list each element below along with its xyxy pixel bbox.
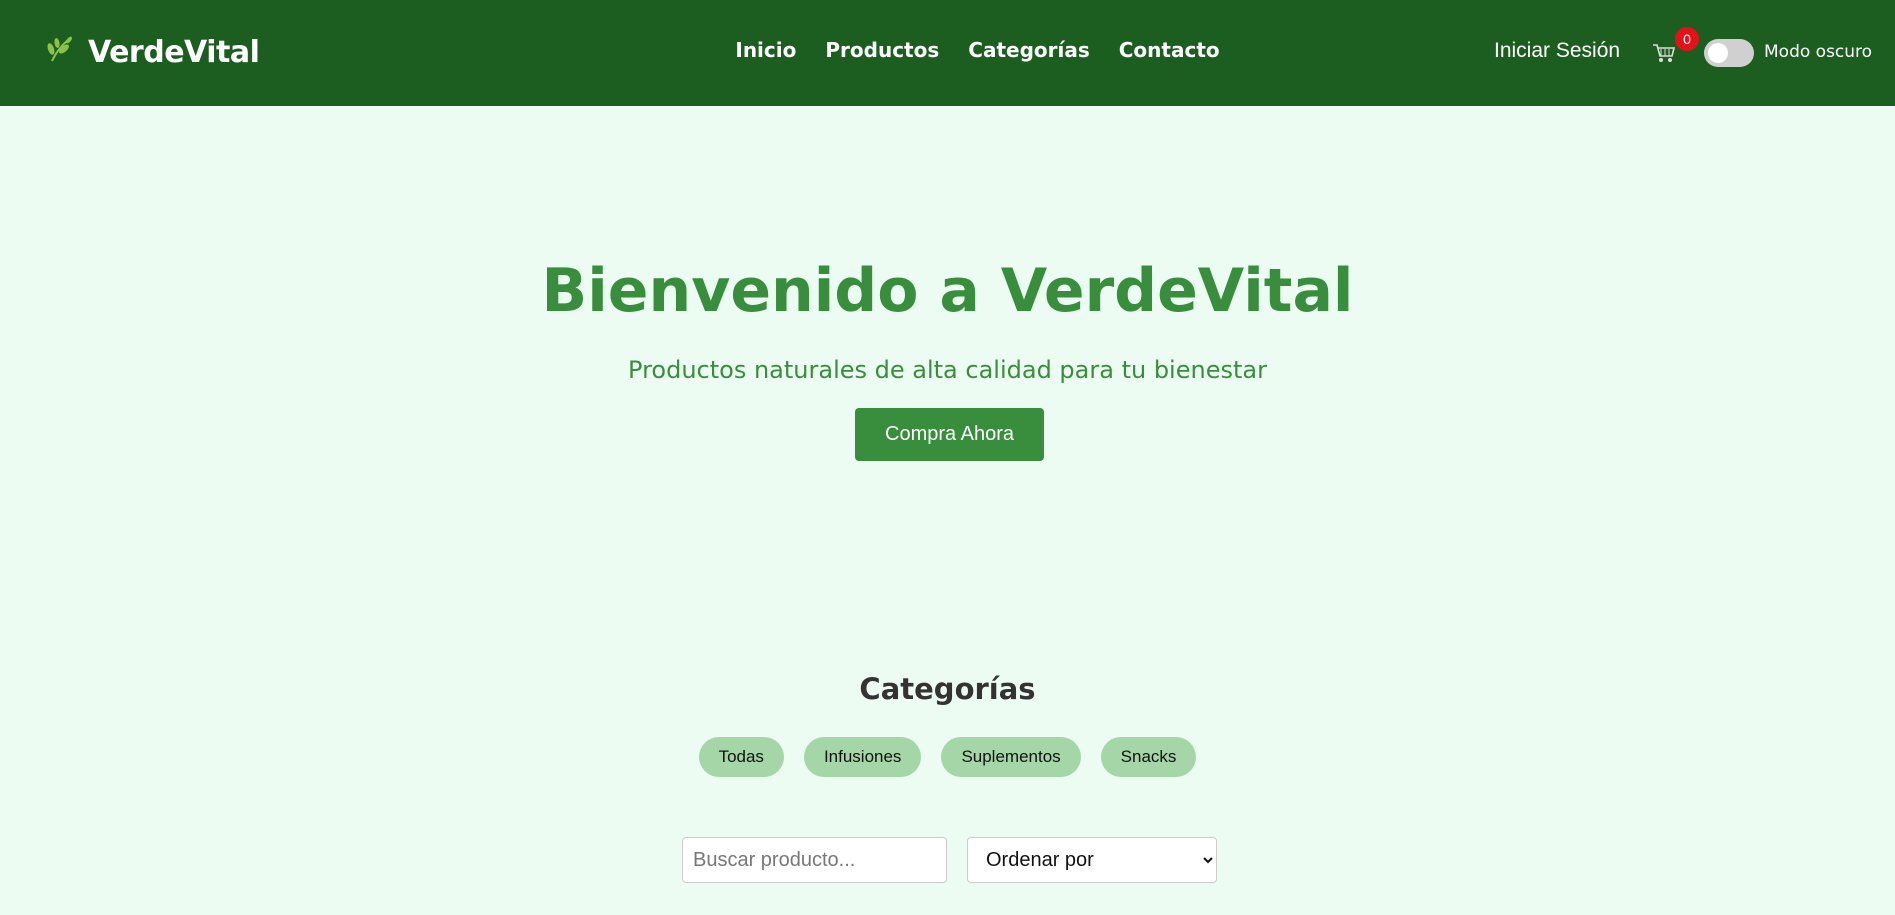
categories-title: Categorías [859, 672, 1036, 706]
search-input[interactable] [682, 837, 947, 883]
dark-mode-toggle[interactable] [1704, 39, 1754, 67]
category-chip-todas[interactable]: Todas [698, 737, 784, 777]
leaf-icon [44, 35, 74, 69]
sort-select[interactable]: Ordenar por [967, 837, 1217, 883]
shop-now-button[interactable]: Compra Ahora [855, 408, 1044, 461]
hero-subtitle: Productos naturales de alta calidad para… [628, 356, 1267, 384]
category-chip-suplementos[interactable]: Suplementos [941, 737, 1081, 777]
hero-title: Bienvenido a VerdeVital [541, 256, 1354, 326]
brand-name: VerdeVital [88, 34, 260, 70]
category-filters: Todas Infusiones Suplementos Snacks [0, 737, 1895, 777]
cart-count-badge: 0 [1675, 27, 1699, 51]
brand-logo[interactable]: VerdeVital [44, 32, 260, 72]
nav-link-productos[interactable]: Productos [825, 38, 939, 62]
nav-link-inicio[interactable]: Inicio [735, 38, 796, 62]
toggle-knob [1708, 43, 1728, 63]
nav-link-contacto[interactable]: Contacto [1119, 38, 1220, 62]
navbar: VerdeVital Inicio Productos Categorías C… [0, 0, 1895, 106]
nav-link-categorias[interactable]: Categorías [968, 38, 1089, 62]
category-chip-infusiones[interactable]: Infusiones [803, 737, 922, 777]
dark-mode-label: Modo oscuro [1764, 42, 1873, 62]
cart-icon[interactable] [1652, 42, 1676, 64]
login-link[interactable]: Iniciar Sesión [1494, 39, 1620, 63]
category-chip-snacks[interactable]: Snacks [1100, 737, 1197, 777]
